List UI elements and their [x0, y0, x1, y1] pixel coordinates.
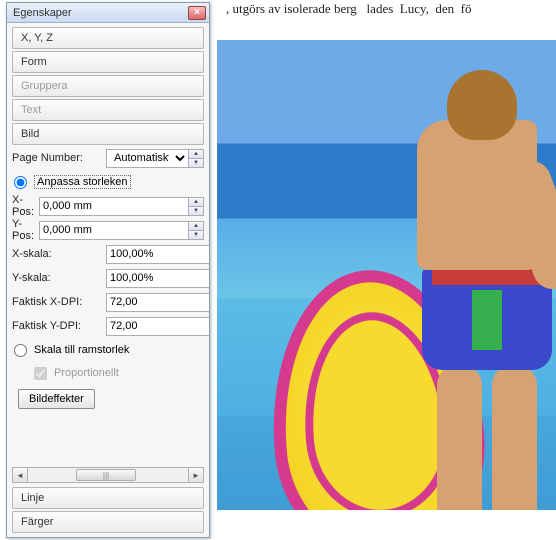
- scale-frame-radio[interactable]: [14, 344, 27, 357]
- document-text: , utgörs av isolerade berg lades Lucy, d…: [220, 0, 556, 20]
- section-xyz[interactable]: X, Y, Z: [12, 27, 204, 49]
- xscale-row: X-skala: ▲▼: [12, 243, 209, 265]
- proportional-label: Proportionellt: [54, 367, 119, 379]
- close-button[interactable]: ×: [188, 6, 206, 20]
- scroll-track[interactable]: |||: [28, 467, 188, 483]
- properties-panel: Egenskaper × X, Y, Z Form Gruppera Text …: [6, 2, 210, 538]
- fit-size-label: Anpassa storleken: [34, 175, 131, 189]
- image-content: [492, 365, 537, 510]
- yscale-input[interactable]: [106, 269, 209, 288]
- chevron-up-icon[interactable]: ▲: [189, 198, 203, 207]
- panel-title: Egenskaper: [13, 7, 188, 19]
- image-content: [437, 365, 482, 510]
- page-number-row: Page Number: Automatiskt ▲ ▼: [12, 147, 204, 169]
- proportional-row: Proportionellt: [12, 363, 204, 383]
- ydpi-input[interactable]: [106, 317, 209, 336]
- image-frame[interactable]: [217, 40, 556, 510]
- xpos-row: X-Pos: ▲▼: [12, 195, 204, 217]
- ypos-row: Y-Pos: ▲▼: [12, 219, 204, 241]
- scale-frame-row[interactable]: Skala till ramstorlek: [12, 339, 204, 361]
- ydpi-row: Faktisk Y-DPI: ▲▼: [12, 315, 209, 337]
- page-number-label: Page Number:: [12, 152, 102, 164]
- ypos-spin[interactable]: ▲▼: [189, 221, 204, 240]
- image-content: [447, 70, 517, 140]
- section-line[interactable]: Linje: [12, 487, 204, 509]
- section-text[interactable]: Text: [12, 99, 204, 121]
- yscale-label: Y-skala:: [12, 272, 102, 284]
- scroll-right-button[interactable]: ►: [188, 467, 204, 483]
- chevron-down-icon[interactable]: ▼: [189, 159, 203, 167]
- xpos-label: X-Pos:: [12, 194, 35, 218]
- xdpi-row: Faktisk X-DPI: ▲▼: [12, 291, 209, 313]
- section-image[interactable]: Bild: [12, 123, 204, 145]
- image-effects-button[interactable]: Bildeffekter: [18, 389, 95, 409]
- xdpi-input[interactable]: [106, 293, 209, 312]
- xscale-input[interactable]: [106, 245, 209, 264]
- fit-size-radio[interactable]: [14, 176, 27, 189]
- chevron-down-icon[interactable]: ▼: [189, 231, 203, 239]
- page-number-spin[interactable]: ▲ ▼: [189, 149, 204, 168]
- xscale-label: X-skala:: [12, 248, 102, 260]
- page-number-select[interactable]: Automatiskt: [106, 149, 189, 168]
- close-icon: ×: [194, 8, 200, 18]
- ypos-input[interactable]: [39, 221, 189, 240]
- chevron-up-icon[interactable]: ▲: [189, 150, 203, 159]
- scroll-left-button[interactable]: ◄: [12, 467, 28, 483]
- scale-frame-label: Skala till ramstorlek: [34, 344, 129, 356]
- ypos-label: Y-Pos:: [12, 218, 35, 242]
- chevron-up-icon[interactable]: ▲: [189, 222, 203, 231]
- xpos-input[interactable]: [39, 197, 189, 216]
- fit-size-row[interactable]: Anpassa storleken: [12, 171, 204, 193]
- chevron-down-icon[interactable]: ▼: [189, 207, 203, 215]
- section-colors[interactable]: Färger: [12, 511, 204, 533]
- yscale-row: Y-skala: ▲▼: [12, 267, 209, 289]
- section-group[interactable]: Gruppera: [12, 75, 204, 97]
- panel-titlebar[interactable]: Egenskaper ×: [7, 3, 209, 23]
- xpos-spin[interactable]: ▲▼: [189, 197, 204, 216]
- image-content: [422, 265, 552, 370]
- panel-hscrollbar[interactable]: ◄ ||| ►: [12, 469, 204, 485]
- xdpi-label: Faktisk X-DPI:: [12, 296, 102, 308]
- section-form[interactable]: Form: [12, 51, 204, 73]
- ydpi-label: Faktisk Y-DPI:: [12, 320, 102, 332]
- proportional-checkbox: [34, 367, 47, 380]
- scroll-thumb[interactable]: |||: [76, 469, 136, 481]
